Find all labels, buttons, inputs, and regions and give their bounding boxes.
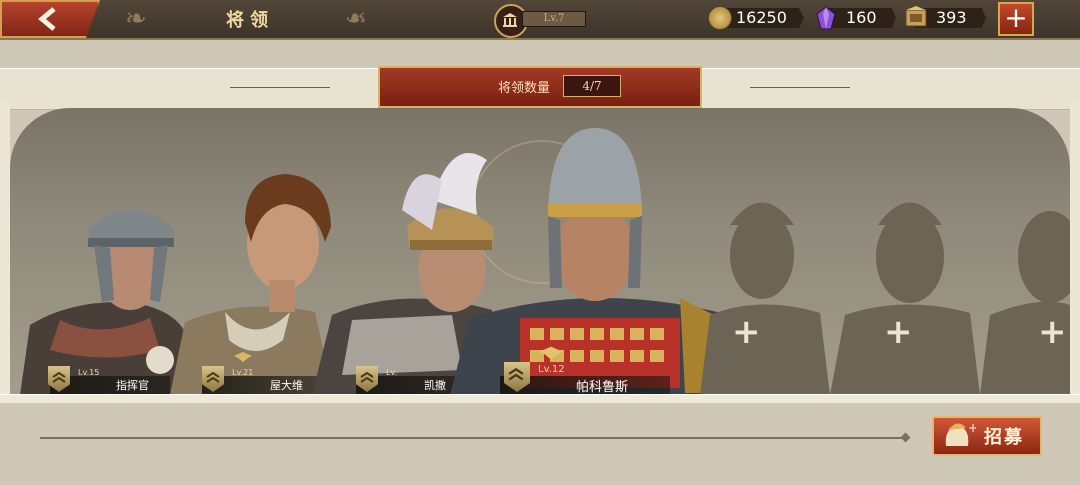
book-value: 393 xyxy=(936,8,967,27)
silhouette-icon xyxy=(830,202,980,395)
gem-value: 160 xyxy=(846,8,877,27)
band-divider-left xyxy=(230,87,330,88)
add-resource-button[interactable]: + xyxy=(998,1,1034,36)
silhouette-icon xyxy=(700,202,830,395)
general-level: Lv.15 xyxy=(78,368,100,377)
laurel-right-icon: ❧ xyxy=(345,4,367,34)
coin-value: 16250 xyxy=(736,8,787,27)
general-name: 指挥官 xyxy=(116,379,149,392)
city-level: Lv.7 xyxy=(522,11,586,27)
book-icon xyxy=(905,6,927,27)
svg-text:+: + xyxy=(968,421,976,435)
general-level: Lv.12 xyxy=(538,364,565,375)
general-name: 屋大维 xyxy=(270,379,303,392)
back-arrow-icon xyxy=(38,7,56,31)
bottom-divider xyxy=(40,437,906,439)
panel-floor xyxy=(0,394,1080,403)
general-level: Lv. xyxy=(386,368,398,377)
band-divider-right xyxy=(750,87,850,88)
eagle-emblem-icon xyxy=(539,346,563,360)
plus-icon: + xyxy=(1004,1,1028,34)
general-name: 帕科鲁斯 xyxy=(576,380,629,395)
page-title: 将领 xyxy=(226,10,274,31)
add-slot-icon: + xyxy=(1038,312,1067,352)
divider-ornament xyxy=(900,432,911,443)
general-count-label: 将领数量 xyxy=(498,81,551,96)
add-slot-icon: + xyxy=(884,312,913,352)
general-level: Lv.21 xyxy=(232,368,254,377)
laurel-left-icon: ❧ xyxy=(125,4,147,34)
gem-icon xyxy=(816,6,836,30)
general-portrait xyxy=(20,210,188,395)
helmet-plus-icon: + xyxy=(945,421,976,446)
coin-icon xyxy=(708,6,732,30)
add-slot-icon: + xyxy=(732,312,761,352)
silhouette-icon xyxy=(980,211,1070,395)
general-name: 凯撒 xyxy=(424,379,446,392)
eagle-emblem-icon xyxy=(234,352,252,362)
general-count-value: 4/7 xyxy=(563,75,621,97)
recruit-label: 招募 xyxy=(984,427,1024,448)
back-button[interactable] xyxy=(0,0,100,38)
